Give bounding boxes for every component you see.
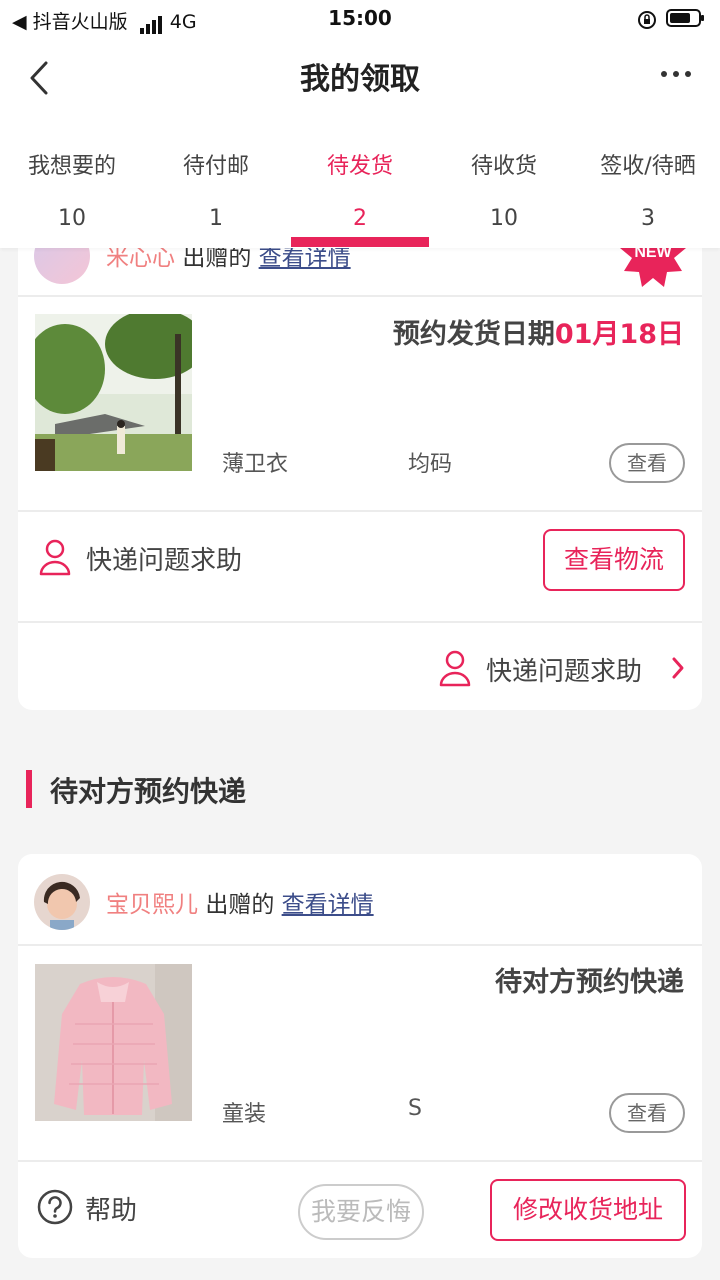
section-marker	[26, 770, 32, 808]
tab-label: 待收货	[470, 154, 537, 179]
tab-label: 我想要的	[27, 154, 116, 179]
tab-count: 3	[641, 206, 655, 231]
tab-count: 10	[58, 206, 86, 231]
view-detail-link[interactable]: 查看详情	[282, 892, 374, 918]
view-item-button[interactable]: 查看	[609, 443, 685, 483]
courier-help-text[interactable]: 快递问题求助	[86, 540, 242, 577]
item-name: 童装	[222, 1102, 267, 1127]
more-icon[interactable]	[660, 60, 692, 92]
item-name: 薄卫衣	[222, 452, 289, 477]
gift-card: 宝贝熙儿 出赠的 查看详情 待对方预约快递 童装 S 查看 帮助 我要反悔 修改…	[18, 854, 702, 1258]
ship-date-label: 预约发货日期	[392, 319, 555, 350]
ship-date-line: 预约发货日期01月18日	[393, 312, 684, 351]
tab-label: 签收/待晒	[600, 154, 696, 179]
courier-help-link[interactable]: 快递问题求助	[486, 651, 642, 688]
page-header: 我的领取 我想要的 10 待付邮 1 待发货 2 待收货 10 签收/待晒 3	[0, 38, 720, 248]
tab-label: 待付邮	[182, 154, 249, 179]
section-title: 待对方预约快递	[50, 775, 247, 808]
active-tab-indicator	[291, 237, 429, 247]
gift-text: 出赠的	[205, 892, 275, 918]
view-logistics-button[interactable]: 查看物流	[543, 529, 685, 591]
status-bar: ◀ 抖音火山版 4G 15:00	[0, 0, 720, 38]
ship-date-value: 01月18日	[554, 319, 684, 350]
item-size: S	[408, 1096, 422, 1121]
user-help-icon	[39, 539, 71, 576]
order-status: 待对方预约快递	[495, 967, 684, 998]
tab-want[interactable]: 我想要的 10	[0, 138, 144, 248]
change-address-button[interactable]: 修改收货地址	[490, 1179, 686, 1241]
divider	[18, 944, 702, 946]
giver-name[interactable]: 宝贝熙儿	[106, 892, 198, 918]
tab-signed-review[interactable]: 签收/待晒 3	[576, 138, 720, 248]
tab-pending-receipt[interactable]: 待收货 10	[432, 138, 576, 248]
tab-pending-postage[interactable]: 待付邮 1	[144, 138, 288, 248]
product-image[interactable]	[35, 964, 192, 1121]
gift-card: 米心心 出赠的 查看详情 NEW 预约发货日期01月18日 薄卫衣 均码 查看 …	[18, 200, 702, 710]
divider	[18, 510, 702, 512]
view-item-button[interactable]: 查看	[609, 1093, 685, 1133]
page-title: 我的领取	[300, 62, 420, 97]
giver-line: 宝贝熙儿 出赠的 查看详情	[106, 885, 374, 919]
user-help-icon	[439, 650, 471, 687]
avatar[interactable]	[34, 874, 90, 930]
status-time: 15:00	[328, 6, 392, 30]
help-icon[interactable]	[37, 1189, 73, 1225]
view-detail-link[interactable]: 查看详情	[259, 245, 351, 271]
regret-button[interactable]: 我要反悔	[298, 1184, 424, 1240]
product-image[interactable]	[35, 314, 192, 471]
tab-label: 待发货	[326, 154, 393, 179]
divider	[18, 295, 702, 297]
divider	[18, 621, 702, 623]
help-label[interactable]: 帮助	[85, 1190, 137, 1227]
tab-count: 10	[490, 206, 518, 231]
tab-count: 2	[353, 206, 367, 231]
divider	[18, 1160, 702, 1162]
orientation-lock-icon	[638, 11, 656, 29]
battery-icon	[666, 9, 704, 27]
gift-text: 出赠的	[182, 245, 252, 271]
item-size: 均码	[408, 452, 453, 477]
tab-pending-shipment[interactable]: 待发货 2	[288, 138, 432, 248]
chevron-right-icon[interactable]	[670, 656, 686, 680]
status-tabs: 我想要的 10 待付邮 1 待发货 2 待收货 10 签收/待晒 3	[0, 138, 720, 248]
tab-count: 1	[209, 206, 223, 231]
giver-name[interactable]: 米心心	[106, 245, 175, 271]
